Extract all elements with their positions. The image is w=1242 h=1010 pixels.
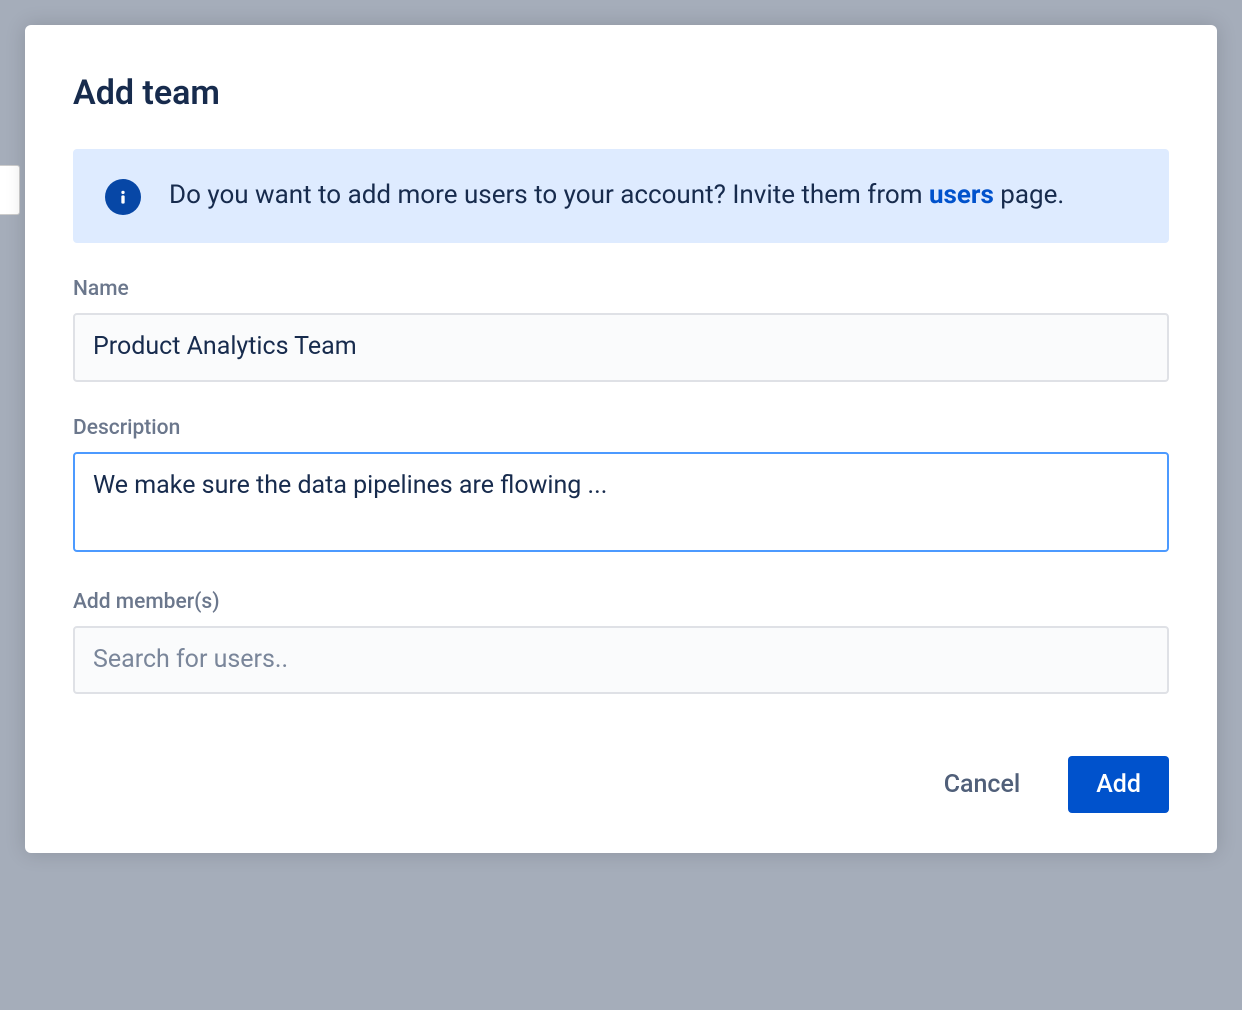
description-label: Description xyxy=(73,416,1169,440)
modal-title: Add team xyxy=(73,73,1169,113)
info-text-after: page. xyxy=(994,180,1064,210)
info-banner-text: Do you want to add more users to your ac… xyxy=(169,177,1064,215)
background-panel-fragment xyxy=(0,165,20,215)
modal-footer-buttons: Cancel Add xyxy=(73,756,1169,813)
info-icon xyxy=(105,179,141,215)
members-search-input[interactable] xyxy=(73,626,1169,695)
members-field-group: Add member(s) xyxy=(73,590,1169,695)
info-text-before: Do you want to add more users to your ac… xyxy=(169,180,929,210)
add-button[interactable]: Add xyxy=(1068,756,1169,813)
name-field-group: Name xyxy=(73,277,1169,382)
name-input[interactable] xyxy=(73,313,1169,382)
add-team-modal: Add team Do you want to add more users t… xyxy=(25,25,1217,853)
cancel-button[interactable]: Cancel xyxy=(920,756,1045,813)
description-input[interactable] xyxy=(73,452,1169,552)
description-field-group: Description xyxy=(73,416,1169,556)
members-label: Add member(s) xyxy=(73,590,1169,614)
name-label: Name xyxy=(73,277,1169,301)
users-link[interactable]: users xyxy=(929,180,994,210)
info-banner: Do you want to add more users to your ac… xyxy=(73,149,1169,243)
